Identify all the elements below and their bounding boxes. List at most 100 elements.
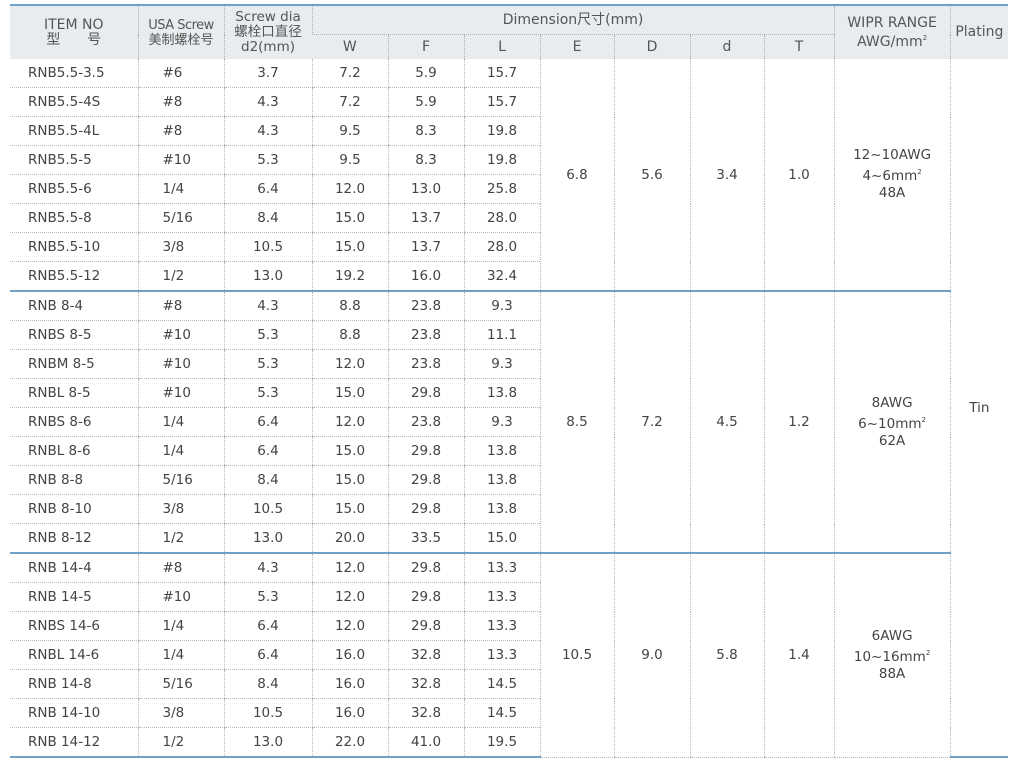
cell-item-no: RNB5.5-12 — [10, 261, 138, 292]
cell-f: 29.8 — [387, 611, 464, 641]
cell-big-d: 7.2 — [613, 290, 690, 554]
cell-screw-dia: 4.3 — [223, 552, 312, 583]
cell-f: 32.8 — [387, 640, 464, 670]
header-wipr-unit-text: AWG/mm — [857, 33, 923, 50]
cell-e: 8.5 — [539, 290, 614, 554]
wipr-mm-text: 6~10mm — [858, 415, 922, 432]
cell-l: 15.7 — [463, 87, 540, 117]
cell-f: 13.0 — [387, 174, 464, 204]
cell-small-d: 3.4 — [689, 59, 764, 292]
cell-small-d: 4.5 — [689, 290, 764, 554]
cell-f: 13.7 — [387, 232, 464, 262]
header-item-no-en: ITEM NO — [43, 16, 104, 33]
cell-screw-dia: 4.3 — [223, 87, 312, 117]
wipr-mm: 10~16mm2 — [835, 645, 950, 666]
header-item-no: ITEM NO 型 号 — [10, 5, 138, 59]
cell-item-no: RNB5.5-4L — [10, 116, 138, 146]
cell-f: 8.3 — [387, 116, 464, 146]
header-dimension: Dimension尺寸(mm) — [311, 5, 835, 35]
wipr-amp: 62A — [878, 432, 906, 449]
wipr-amp: 48A — [878, 185, 906, 201]
cell-l: 9.3 — [463, 407, 540, 437]
cell-w: 15.0 — [311, 378, 388, 408]
cell-screw-dia: 5.3 — [223, 349, 312, 379]
header-wipr-en: WIPR RANGE — [847, 14, 937, 31]
cell-w: 15.0 — [311, 436, 388, 466]
cell-w: 15.0 — [311, 203, 388, 233]
cell-usa-screw: 3/8 — [137, 494, 224, 524]
cell-usa-screw: #8 — [137, 116, 224, 146]
cell-f: 23.8 — [387, 349, 464, 379]
cell-item-no: RNBL 8-5 — [10, 378, 138, 408]
cell-l: 14.5 — [463, 698, 540, 728]
cell-w: 15.0 — [311, 494, 388, 524]
cell-w: 8.8 — [311, 290, 388, 321]
cell-screw-dia: 13.0 — [223, 727, 312, 758]
table-body: RNB5.5-3.5 #6 3.7 7.2 5.9 15.7 6.8 5.6 3.4 1.0 12~… — [10, 59, 1009, 758]
wipr-mm-sup: 2 — [921, 415, 927, 424]
cell-f: 29.8 — [387, 378, 464, 408]
cell-l: 19.8 — [463, 116, 540, 146]
cell-screw-dia: 3.7 — [223, 59, 312, 88]
table-header: ITEM NO 型 号 USA Screw 美制螺栓号 Screw dia 螺栓… — [10, 5, 1009, 59]
cell-w: 15.0 — [311, 465, 388, 495]
cell-l: 11.1 — [463, 320, 540, 350]
cell-l: 9.3 — [463, 349, 540, 379]
cell-big-d: 5.6 — [613, 59, 690, 292]
cell-w: 16.0 — [311, 698, 388, 728]
cell-plating: Tin — [949, 59, 1009, 758]
cell-screw-dia: 6.4 — [223, 611, 312, 641]
cell-usa-screw: 1/2 — [137, 523, 224, 554]
cell-screw-dia: 8.4 — [223, 465, 312, 495]
cell-usa-screw: 3/8 — [137, 232, 224, 262]
header-w: W — [312, 34, 388, 59]
cell-l: 19.5 — [463, 727, 540, 758]
cell-w: 20.0 — [311, 523, 388, 554]
header-usa-screw-en: USA Screw — [148, 17, 214, 33]
cell-f: 29.8 — [387, 582, 464, 612]
cell-f: 8.3 — [387, 145, 464, 175]
cell-usa-screw: #8 — [137, 552, 224, 583]
header-big-d: D — [613, 34, 690, 59]
cell-screw-dia: 8.4 — [223, 669, 312, 699]
table-row: RNB5.5-3.5 #6 3.7 7.2 5.9 15.7 6.8 5.6 3.4 1.0 12~… — [10, 59, 1009, 758]
header-screw-dia-cn: 螺栓口直径 — [234, 24, 302, 40]
cell-w: 19.2 — [311, 261, 388, 292]
wipr-mm-sup: 2 — [925, 648, 931, 657]
cell-item-no: RNB5.5-8 — [10, 203, 138, 233]
cell-item-no: RNBS 8-6 — [10, 407, 138, 437]
wipr-awg: 6AWG — [871, 627, 913, 644]
cell-f: 23.8 — [387, 320, 464, 350]
cell-f: 33.5 — [387, 523, 464, 554]
cell-item-no: RNBS 14-6 — [10, 611, 138, 641]
header-e: E — [539, 34, 614, 59]
cell-wipr-range: 6AWG 10~16mm2 88A — [833, 552, 951, 758]
header-wipr-range: WIPR RANGE AWG/mm2 — [833, 5, 951, 59]
cell-f: 29.8 — [387, 436, 464, 466]
cell-l: 32.4 — [463, 261, 540, 292]
cell-l: 13.8 — [463, 465, 540, 495]
cell-usa-screw: 3/8 — [137, 698, 224, 728]
cell-w: 12.0 — [311, 552, 388, 583]
cell-usa-screw: 5/16 — [137, 203, 224, 233]
cell-l: 25.8 — [463, 174, 540, 204]
cell-item-no: RNB 14-4 — [10, 552, 138, 583]
cell-item-no: RNB 14-5 — [10, 582, 138, 612]
cell-screw-dia: 13.0 — [223, 523, 312, 554]
cell-item-no: RNB 8-4 — [10, 290, 138, 321]
cell-screw-dia: 5.3 — [223, 320, 312, 350]
cell-screw-dia: 6.4 — [223, 436, 312, 466]
wipr-mm-text: 10~16mm — [853, 648, 926, 665]
header-wipr-sup: 2 — [922, 33, 928, 42]
wipr-amp: 88A — [878, 665, 906, 682]
cell-l: 14.5 — [463, 669, 540, 699]
cell-usa-screw: #8 — [137, 290, 224, 321]
cell-l: 13.3 — [463, 582, 540, 612]
cell-f: 23.8 — [387, 407, 464, 437]
cell-item-no: RNB 8-10 — [10, 494, 138, 524]
cell-f: 5.9 — [387, 87, 464, 117]
cell-w: 12.0 — [311, 174, 388, 204]
cell-usa-screw: #10 — [137, 320, 224, 350]
cell-big-d: 9.0 — [613, 552, 690, 758]
header-f: F — [387, 34, 464, 59]
